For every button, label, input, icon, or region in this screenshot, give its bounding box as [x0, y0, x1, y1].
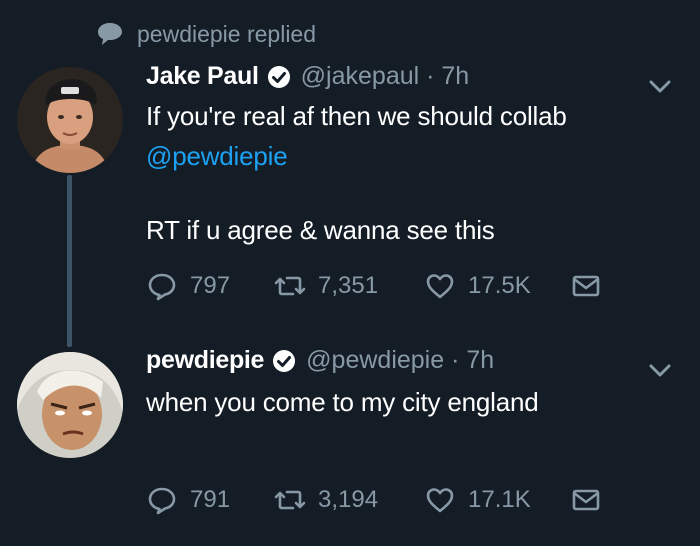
- author-name[interactable]: Jake Paul: [146, 62, 259, 91]
- reply-count: 791: [190, 486, 231, 513]
- like-button[interactable]: 17.5K: [424, 270, 570, 302]
- retweet-button[interactable]: 3,194: [274, 484, 424, 516]
- like-count: 17.5K: [468, 272, 531, 299]
- reply-button[interactable]: 791: [146, 484, 274, 516]
- tweet-text-line: If you're real af then we should collab: [146, 101, 567, 131]
- avatar-jake-paul[interactable]: [17, 67, 123, 173]
- reply-count: 797: [190, 272, 231, 299]
- heart-icon: [426, 488, 454, 513]
- tweet-text-line: RT if u agree & wanna see this: [146, 215, 495, 245]
- chevron-down-icon[interactable]: [646, 76, 674, 96]
- tweet-header: Jake Paul @jakepaul · 7h: [146, 62, 469, 91]
- envelope-icon: [572, 275, 600, 297]
- reply-context-text: pewdiepie replied: [137, 20, 317, 47]
- mention-link[interactable]: @pewdiepie: [146, 138, 288, 174]
- tweet-actions: 797 7,351 17.5K: [146, 270, 602, 302]
- avatar-pewdiepie[interactable]: [17, 352, 123, 458]
- like-button[interactable]: 17.1K: [424, 484, 570, 516]
- tweet-header: pewdiepie @pewdiepie · 7h: [146, 346, 494, 375]
- reply-icon: [148, 487, 176, 515]
- reply-icon: [148, 273, 176, 301]
- retweet-icon: [274, 276, 306, 296]
- chevron-down-icon[interactable]: [646, 360, 674, 380]
- retweet-count: 7,351: [318, 272, 379, 299]
- thread-line: [67, 175, 72, 347]
- direct-message-button[interactable]: [570, 484, 602, 516]
- retweet-icon: [274, 490, 306, 510]
- author-name[interactable]: pewdiepie: [146, 346, 264, 375]
- retweet-button[interactable]: 7,351: [274, 270, 424, 302]
- author-handle-time[interactable]: @jakepaul · 7h: [301, 62, 470, 91]
- tweet-actions: 791 3,194 17.1K: [146, 484, 602, 516]
- like-count: 17.1K: [468, 486, 531, 513]
- reply-button[interactable]: 797: [146, 270, 274, 302]
- author-handle-time[interactable]: @pewdiepie · 7h: [306, 346, 494, 375]
- verified-badge-icon: [273, 349, 296, 372]
- speech-bubble-icon: [98, 23, 122, 45]
- retweet-count: 3,194: [318, 486, 379, 513]
- direct-message-button[interactable]: [570, 270, 602, 302]
- tweet-text-line: when you come to my city england: [146, 387, 539, 417]
- reply-context: pewdiepie replied: [95, 18, 316, 50]
- envelope-icon: [572, 489, 600, 511]
- heart-icon: [426, 274, 454, 299]
- verified-badge-icon: [267, 65, 290, 88]
